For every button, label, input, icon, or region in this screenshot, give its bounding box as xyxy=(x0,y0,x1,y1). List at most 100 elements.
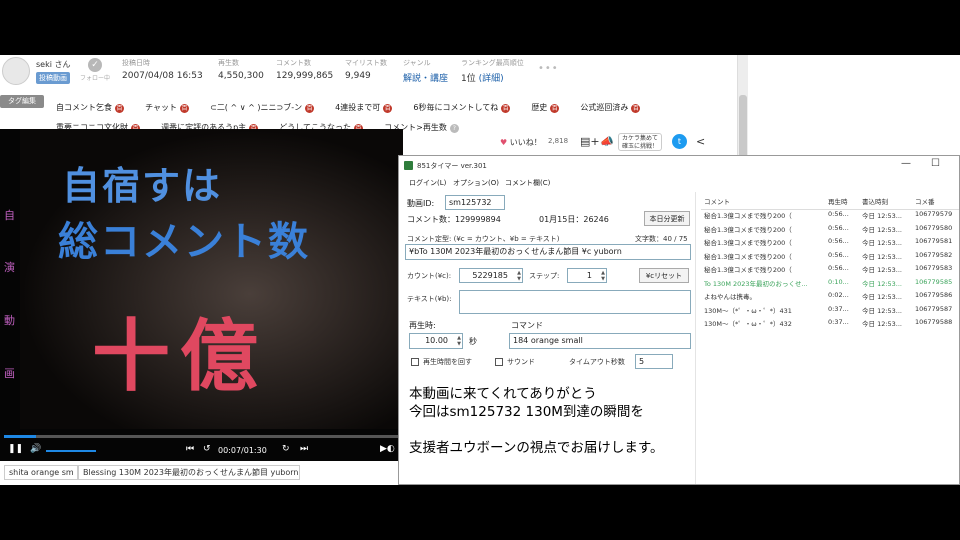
text-input[interactable] xyxy=(459,290,691,314)
menu-options[interactable]: オプション(O) xyxy=(453,178,499,188)
table-row[interactable]: よねやんは携毒。 0:02... 今日 12:53... 106779586 xyxy=(701,291,959,305)
stat-value: 1位 (詳細) xyxy=(461,71,524,84)
tag-item[interactable]: ⊂二( ^ ∨ ^ )ニニ⊃ブ-ン百 xyxy=(210,100,315,115)
tag-item[interactable]: 自コメント乞食百 xyxy=(56,100,124,115)
next-icon[interactable]: ⏭ xyxy=(300,444,308,454)
menu-comment[interactable]: コメント欄(C) xyxy=(505,178,550,188)
forward-icon[interactable]: ↻ xyxy=(282,444,290,454)
count-value: 5229185 xyxy=(472,271,508,280)
cell-text: 130M～（*゜・ω・゜*）431 xyxy=(704,306,792,315)
menu-login[interactable]: ログイン(L) xyxy=(409,178,446,188)
seek-bar[interactable] xyxy=(4,435,400,438)
table-row-own[interactable]: To 130M 2023年最初のおっくせ... 0:10... 今日 12:53..… xyxy=(701,278,959,292)
volume-icon[interactable]: 🔊 xyxy=(30,444,41,454)
template-input[interactable]: ¥bTo 130M 2023年最初のおっくせんまん節目 ¥c yuborn xyxy=(405,244,691,260)
tag-label: 公式巡回済み xyxy=(580,103,629,112)
dictionary-icon[interactable]: 百 xyxy=(383,104,393,113)
column-header[interactable]: コメ番 xyxy=(915,196,959,206)
cell-time: 0:02... xyxy=(828,291,849,299)
sound-checkbox[interactable] xyxy=(495,358,503,366)
more-options-icon[interactable]: ••• xyxy=(538,63,559,74)
command-field[interactable]: 184 orange small xyxy=(509,333,691,349)
video-page: seki さん 投稿動画 ✓ フォロー中 投稿日時 2007/04/08 16:… xyxy=(0,55,960,485)
like-button[interactable]: ♥ いいね！ xyxy=(500,137,542,148)
avatar[interactable] xyxy=(2,57,30,85)
prev-icon[interactable]: ⏮ xyxy=(186,444,194,454)
playtime-input[interactable]: 10.00 ▲ ▼ xyxy=(409,333,463,349)
dictionary-icon[interactable]: 百 xyxy=(305,104,315,113)
follow-button[interactable]: ✓ フォロー中 xyxy=(80,58,110,82)
command-input[interactable]: shita orange sm xyxy=(4,465,78,480)
dictionary-icon[interactable]: 百 xyxy=(550,104,560,113)
timeout-input[interactable]: 5 xyxy=(635,354,673,369)
dictionary-icon[interactable]: 百 xyxy=(631,104,641,113)
rewind-icon[interactable]: ↺ xyxy=(203,444,211,454)
ranking-detail-link[interactable]: (詳細) xyxy=(479,74,504,84)
table-row[interactable]: 秘合1.3億コメまで残り200（ 0:56... 今日 12:53... 106779… xyxy=(701,264,959,278)
cell-text: 秘合1.3億コメまで残り200（ xyxy=(704,239,792,247)
count-reset-button[interactable]: ¥cリセット xyxy=(639,268,689,283)
user-badge[interactable]: 投稿動画 xyxy=(36,72,70,84)
count-input[interactable]: 5229185 ▲ ▼ xyxy=(459,268,523,283)
tag-label: 自コメント乞食 xyxy=(56,103,112,112)
table-row[interactable]: 秘合1.3億コメまで残り200（ 0:56... 今日 12:53... 106779… xyxy=(701,224,959,238)
tag-item[interactable]: 公式巡回済み百 xyxy=(580,100,641,115)
column-header[interactable]: 書込時刻 xyxy=(862,196,910,206)
cell-time: 0:56... xyxy=(828,223,849,232)
stat-label: ジャンル xyxy=(403,59,431,67)
loop-checkbox[interactable] xyxy=(411,358,419,366)
cell-no: 106779586 xyxy=(915,291,953,299)
cell-no: 106779579 xyxy=(915,210,953,218)
dictionary-icon[interactable]: 百 xyxy=(501,104,511,113)
twitter-icon[interactable]: t xyxy=(672,134,687,149)
column-header[interactable]: コメント xyxy=(704,196,822,206)
playback-speed-icon[interactable]: ▶◐ xyxy=(380,444,395,454)
dictionary-icon[interactable]: 百 xyxy=(180,104,190,113)
tag-item[interactable]: チャット百 xyxy=(145,100,190,115)
update-button[interactable]: 本日分更新 xyxy=(644,211,690,226)
cell-written: 今日 12:53... xyxy=(862,212,902,220)
step-input[interactable]: 1 ▲ ▼ xyxy=(567,268,607,283)
minimize-icon[interactable]: — xyxy=(901,158,911,169)
stat-value: 9,949 xyxy=(345,71,371,81)
tag-item[interactable]: 6秒毎にコメントしてね百 xyxy=(413,100,511,115)
table-row[interactable]: 130M～（*゜・ω・゜*）431 0:37... 今日 12:53... 10677… xyxy=(701,305,959,319)
cell-time: 0:56... xyxy=(828,210,849,218)
cell-time: 0:56... xyxy=(828,264,849,272)
step-label: ステップ: xyxy=(529,272,560,280)
table-row[interactable]: 秘合1.3億コメまで残り200（ 0:56... 今日 12:53... 106779… xyxy=(701,237,959,251)
tag-item[interactable]: 4連投まで可百 xyxy=(335,100,393,115)
help-icon[interactable]: ? xyxy=(449,124,459,133)
tag-edit-button[interactable]: タグ編集 xyxy=(0,95,44,108)
video-player[interactable]: 自 演 動 画 自宿すは 総コメント数 十億 ❚❚ 🔊 ⏮ ↺ 00:07/01… xyxy=(0,129,403,461)
genre-link[interactable]: 解説・講座 xyxy=(403,71,448,84)
timeout-label: タイムアウト秒数 xyxy=(569,358,625,366)
advertise-icon[interactable]: 📣 xyxy=(600,135,614,148)
stat-value: 129,999,865 xyxy=(276,71,334,81)
ranking-value: 1位 xyxy=(461,74,476,84)
dictionary-icon[interactable]: 百 xyxy=(115,104,124,113)
maximize-icon[interactable]: ☐ xyxy=(931,158,940,169)
kakera-button[interactable]: カケラ集めて 確玉に挑戦！ xyxy=(618,133,662,151)
add-mylist-icon[interactable]: ▤+ xyxy=(580,135,600,148)
pause-icon[interactable]: ❚❚ xyxy=(8,444,23,454)
cell-written: 今日 12:53... xyxy=(862,239,902,247)
cell-no: 106779583 xyxy=(915,264,953,272)
user-name[interactable]: seki さん xyxy=(36,59,71,70)
comment-input[interactable]: Blessing 130M 2023年最初のおっくせんまん節目 yuborn xyxy=(78,465,300,480)
spinner-icon[interactable]: ▲ ▼ xyxy=(517,270,521,282)
spinner-icon[interactable]: ▲ ▼ xyxy=(601,270,605,282)
spinner-icon[interactable]: ▲ ▼ xyxy=(457,335,461,347)
volume-slider[interactable] xyxy=(46,450,96,452)
table-row[interactable]: 130M～（*゜・ω・゜*）432 0:37... 今日 12:53... 10677… xyxy=(701,318,959,332)
tag-label: 6秒毎にコメントしてね xyxy=(413,103,499,112)
share-icon[interactable]: < xyxy=(696,135,705,148)
window-title: 851タイマー ver.301 xyxy=(417,162,487,170)
table-row[interactable]: 秘合1.3億コメまで残り200（ 0:56... 今日 12:53... 106779… xyxy=(701,251,959,265)
column-header[interactable]: 再生時 xyxy=(828,196,856,206)
video-id-input[interactable]: sm125732 xyxy=(445,195,505,210)
message-line: 今回はsm125732 130M到達の瞬間を xyxy=(409,404,644,420)
tag-item[interactable]: 歴史百 xyxy=(531,100,560,115)
stat-value: 2007/04/08 16:53 xyxy=(122,71,203,81)
table-row[interactable]: 秘合1.3億コメまで残り200（ 0:56... 今日 12:53... 106779… xyxy=(701,210,959,224)
